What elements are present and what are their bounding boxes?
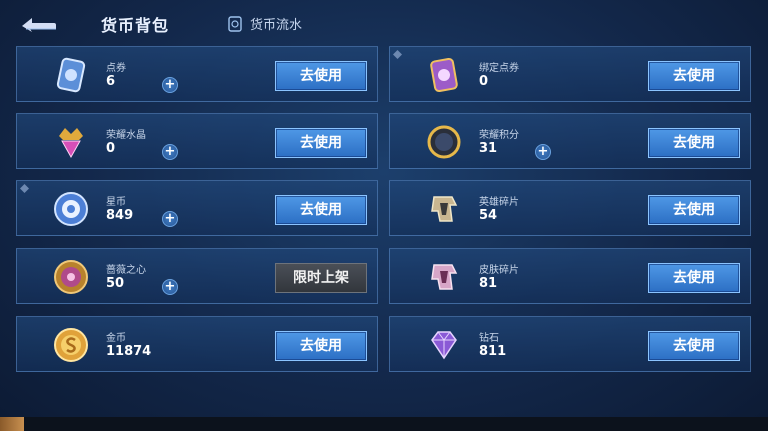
- use-star-coin-button[interactable]: 去使用: [275, 195, 367, 225]
- currency-count: 0: [479, 74, 489, 89]
- currency-name: 荣耀积分: [479, 130, 519, 141]
- currency-card-diamond: 钻石 811 去使用: [389, 316, 751, 372]
- bind-tag-icon: [20, 184, 29, 193]
- voucher-ticket-icon: [53, 57, 89, 93]
- currency-name: 金币: [106, 333, 126, 344]
- currency-count: 81: [479, 276, 498, 291]
- currency-count: 849: [106, 208, 134, 223]
- currency-card-bound-voucher: 绑定点券 0 去使用: [389, 46, 751, 102]
- currency-card-honor-crystal: 荣耀水晶 0 + 去使用: [16, 113, 378, 169]
- currency-name: 钻石: [479, 333, 499, 344]
- currency-count: 0: [106, 141, 116, 156]
- limited-time-label: 限时上架: [275, 263, 367, 293]
- use-skin-fragment-button[interactable]: 去使用: [648, 263, 740, 293]
- back-arrow-icon: [22, 18, 56, 32]
- use-voucher-button[interactable]: 去使用: [275, 61, 367, 91]
- tab-currency-flow[interactable]: 货币流水: [228, 14, 302, 33]
- footer-bar: [0, 417, 768, 431]
- use-gold-button[interactable]: 去使用: [275, 331, 367, 361]
- rose-heart-icon: [53, 259, 89, 295]
- currency-card-skin-fragment: 皮肤碎片 81 去使用: [389, 248, 751, 304]
- currency-name: 点券: [106, 63, 126, 74]
- use-diamond-button[interactable]: 去使用: [648, 331, 740, 361]
- currency-card-voucher: 点券 6 + 去使用: [16, 46, 378, 102]
- tab-currency-backpack[interactable]: 货币背包: [101, 12, 169, 36]
- currency-card-gold: 金币 11874 去使用: [16, 316, 378, 372]
- use-bound-voucher-button[interactable]: 去使用: [648, 61, 740, 91]
- add-honor-points-button[interactable]: +: [535, 144, 551, 160]
- currency-name: 星币: [106, 197, 126, 208]
- currency-count: 11874: [106, 344, 152, 359]
- ledger-icon: [228, 15, 242, 32]
- back-button[interactable]: [18, 12, 58, 34]
- currency-name: 蔷薇之心: [106, 265, 146, 276]
- bind-tag-icon: [393, 50, 402, 59]
- currency-card-star-coin: 星币 849 + 去使用: [16, 180, 378, 236]
- gold-coin-icon: [53, 327, 89, 363]
- diamond-icon: [426, 327, 462, 363]
- skin-fragment-icon: [426, 259, 462, 295]
- hero-fragment-icon: [426, 191, 462, 227]
- use-hero-fragment-button[interactable]: 去使用: [648, 195, 740, 225]
- currency-count: 54: [479, 208, 498, 223]
- currency-count: 31: [479, 141, 498, 156]
- add-voucher-button[interactable]: +: [162, 77, 178, 93]
- use-honor-crystal-button[interactable]: 去使用: [275, 128, 367, 158]
- currency-name: 荣耀水晶: [106, 130, 146, 141]
- bound-voucher-ticket-icon: [426, 57, 462, 93]
- currency-card-hero-fragment: 英雄碎片 54 去使用: [389, 180, 751, 236]
- star-coin-icon: [53, 191, 89, 227]
- currency-name: 皮肤碎片: [479, 265, 519, 276]
- currency-name: 绑定点券: [479, 63, 519, 74]
- currency-name: 英雄碎片: [479, 197, 519, 208]
- add-honor-crystal-button[interactable]: +: [162, 144, 178, 160]
- currency-count: 50: [106, 276, 125, 291]
- tab-currency-flow-label: 货币流水: [250, 18, 303, 33]
- honor-points-icon: [426, 124, 462, 160]
- currency-card-honor-points: 荣耀积分 31 + 去使用: [389, 113, 751, 169]
- header-bar: 货币背包 货币流水: [0, 0, 768, 44]
- currency-count: 811: [479, 344, 507, 359]
- currency-card-rose-heart: 蔷薇之心 50 + 限时上架: [16, 248, 378, 304]
- use-honor-points-button[interactable]: 去使用: [648, 128, 740, 158]
- add-rose-heart-button[interactable]: +: [162, 279, 178, 295]
- currency-count: 6: [106, 74, 116, 89]
- honor-crystal-icon: [53, 124, 89, 160]
- avatar: [0, 417, 24, 431]
- add-star-coin-button[interactable]: +: [162, 211, 178, 227]
